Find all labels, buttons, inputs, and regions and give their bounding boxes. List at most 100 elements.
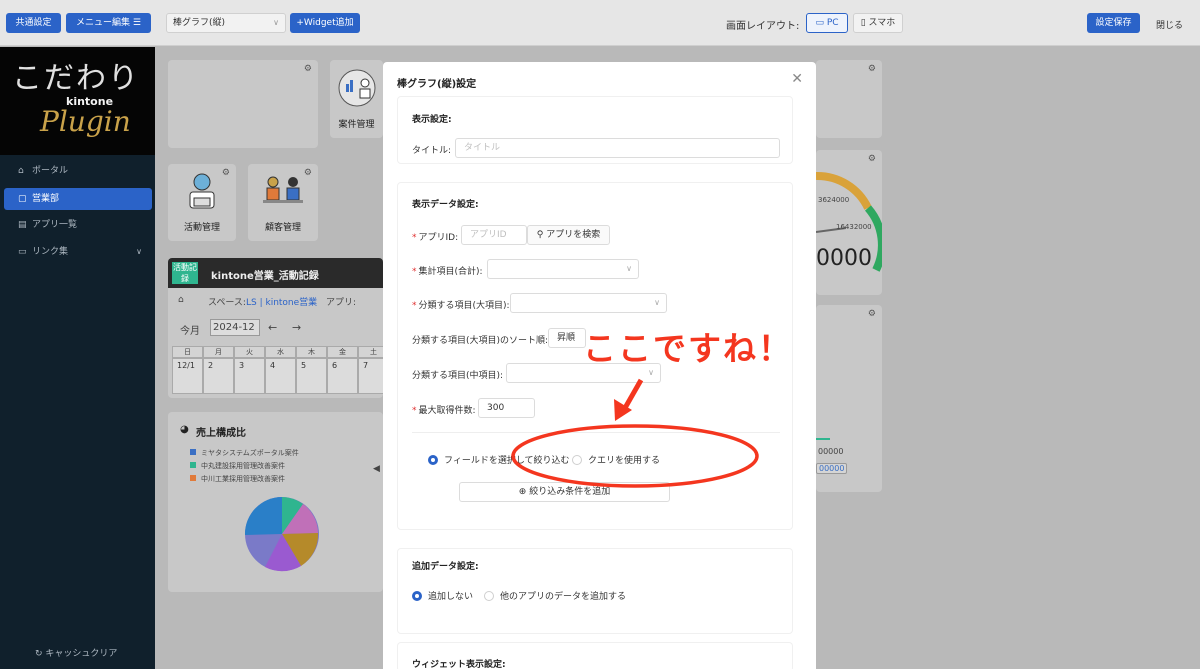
category-field-select[interactable]: ∨: [510, 293, 667, 313]
aggregate-field-label: * 集計項目(合計):: [412, 267, 483, 277]
breadcrumb-app: アプリ:: [326, 298, 357, 308]
home-icon[interactable]: ⌂: [178, 295, 184, 305]
common-settings-button[interactable]: 共通設定: [6, 13, 61, 33]
extra-other-app-radio[interactable]: 他のアプリのデータを追加する: [484, 589, 626, 602]
additional-data-section: 追加データ設定: 追加しない 他のアプリのデータを追加する: [397, 548, 793, 634]
widget-card-customer[interactable]: ⚙ 顧客管理: [248, 164, 318, 241]
add-condition-button[interactable]: ⊕ 絞り込み条件を追加: [459, 482, 670, 502]
list-icon: ▤: [18, 220, 27, 230]
legend-prev-icon[interactable]: ◀: [373, 464, 380, 474]
widget-type-value: 棒グラフ(縦): [173, 18, 226, 28]
chevron-down-icon: ∨: [626, 264, 632, 273]
app-id-input[interactable]: アプリID: [461, 225, 527, 245]
filter-by-query-label: クエリを使用する: [588, 456, 661, 466]
sidebar-item-apps[interactable]: ▤ アプリ一覧: [4, 214, 152, 236]
radio-dot: [572, 455, 582, 465]
title-input[interactable]: タイトル: [455, 138, 780, 158]
calendar-weekday: 木: [296, 346, 327, 358]
app-id-label-text: アプリID:: [418, 233, 459, 243]
gear-icon[interactable]: ⚙: [304, 64, 312, 74]
calendar-day-cell[interactable]: 5: [296, 358, 327, 394]
subcategory-field-label: 分類する項目(中項目):: [412, 371, 504, 381]
category-field-label-text: 分類する項目(大項目):: [418, 301, 510, 311]
divider: [412, 432, 780, 433]
calendar-day-cell[interactable]: 3: [234, 358, 265, 394]
right-value-tag: 00000: [816, 463, 848, 474]
radio-dot: [484, 591, 494, 601]
radio-dot: [412, 591, 422, 601]
bar-mark: [816, 438, 830, 440]
sales-composition-widget: ◕ 売上構成比 ミヤタシステムズポータル案件 中丸建設採用管理改善案件 中川工業…: [168, 412, 383, 592]
breadcrumb-space: スペース:: [208, 298, 246, 308]
widget-card-empty[interactable]: ⚙: [168, 60, 318, 148]
calendar-day-cell[interactable]: 4: [265, 358, 296, 394]
aggregate-field-select[interactable]: ∨: [487, 259, 639, 279]
legend-label: 中川工業採用管理改善案件: [201, 475, 285, 483]
search-app-label: アプリを検索: [546, 230, 601, 240]
annotation-callout: ここですね！: [583, 329, 793, 368]
plugin-logo: こだわり kintone Plugin: [0, 47, 155, 155]
gear-icon[interactable]: ⚙: [868, 154, 876, 164]
sidebar-item-links[interactable]: ▭ リンク集 ∨: [4, 241, 152, 263]
phone-icon: ▯: [860, 18, 869, 28]
filter-by-field-radio[interactable]: フィールドを選択して絞り込む: [428, 453, 570, 466]
sort-order-label: 分類する項目(大項目)のソート順:: [412, 336, 549, 346]
gauge-widget: ⚙ 3624000 16432000 0000: [816, 150, 882, 295]
logo-line1: こだわり: [12, 61, 140, 96]
close-icon[interactable]: ✕: [791, 71, 803, 87]
layout-phone-label: スマホ: [868, 18, 896, 28]
calendar-day-cell[interactable]: 12/1: [172, 358, 203, 394]
search-icon: ⚲: [536, 230, 547, 240]
refresh-icon: ↻: [35, 649, 46, 659]
calendar-weekday: 月: [203, 346, 234, 358]
gauge-big-value: 0000: [816, 246, 872, 271]
chevron-down-icon: ∨: [273, 18, 279, 27]
cache-clear-label: キャッシュクリア: [45, 649, 118, 659]
activity-illustration-icon: [189, 173, 215, 209]
legend-swatch: [190, 475, 196, 481]
document-icon: ▢: [18, 194, 27, 204]
widget-card-case[interactable]: 案件管理: [330, 60, 383, 138]
add-widget-button[interactable]: +Widget追加: [290, 13, 360, 33]
layout-phone-toggle[interactable]: ▯ スマホ: [853, 13, 903, 33]
widget-type-select[interactable]: 棒グラフ(縦) ∨: [166, 13, 286, 33]
prev-month-icon[interactable]: ←: [268, 321, 277, 334]
filter-by-query-radio[interactable]: クエリを使用する: [572, 453, 660, 466]
breadcrumb-link[interactable]: LS | kintone営業: [246, 295, 317, 308]
max-records-label: * 最大取得件数:: [412, 406, 476, 416]
gear-icon[interactable]: ⚙: [868, 309, 876, 319]
cache-clear-button[interactable]: ↻ キャッシュクリア: [35, 646, 117, 659]
sidebar-item-label: 営業部: [32, 194, 60, 204]
sidebar-item-sales[interactable]: ▢ 営業部: [4, 188, 152, 210]
sidebar-item-label: リンク集: [32, 247, 69, 257]
save-settings-button[interactable]: 設定保存: [1087, 13, 1140, 33]
calendar-day-cell[interactable]: 6: [327, 358, 358, 394]
calendar-title: kintone営業_活動記録: [211, 271, 319, 282]
customer-illustration-icon: [263, 176, 303, 203]
close-button[interactable]: 閉じる: [1156, 18, 1183, 31]
next-month-icon[interactable]: →: [292, 321, 301, 334]
layout-pc-toggle[interactable]: ▭ PC: [806, 13, 848, 33]
chevron-down-icon: ∨: [654, 298, 660, 307]
gear-icon[interactable]: ⚙: [868, 64, 876, 74]
widget-card-activity[interactable]: ⚙ 活動管理: [168, 164, 236, 241]
logo-line3: Plugin: [40, 105, 131, 138]
menu-edit-button[interactable]: メニュー編集 ☰: [66, 13, 151, 33]
calendar-day-cell[interactable]: 2: [203, 358, 234, 394]
sort-order-select[interactable]: 昇順: [548, 328, 586, 348]
this-month-button[interactable]: 今月: [180, 322, 200, 337]
home-icon: ⌂: [18, 166, 24, 176]
widget-card-right-top[interactable]: ⚙: [816, 60, 882, 138]
legend-label: 中丸建設採用管理改善案件: [201, 462, 285, 470]
menu-edit-label: メニュー編集: [76, 18, 131, 28]
widget-display-section: ウィジェット表示設定:: [397, 642, 793, 669]
sidebar-item-portal[interactable]: ⌂ ポータル: [4, 160, 152, 182]
hamburger-icon: ☰: [132, 18, 141, 28]
calendar-weekday: 日: [172, 346, 203, 358]
calendar-weekday: 水: [265, 346, 296, 358]
sales-title: 売上構成比: [196, 428, 246, 439]
extra-none-radio[interactable]: 追加しない: [412, 589, 473, 602]
search-app-button[interactable]: ⚲ アプリを検索: [527, 225, 610, 245]
month-input[interactable]: 2024-12: [210, 319, 260, 336]
max-records-input[interactable]: 300: [478, 398, 535, 418]
